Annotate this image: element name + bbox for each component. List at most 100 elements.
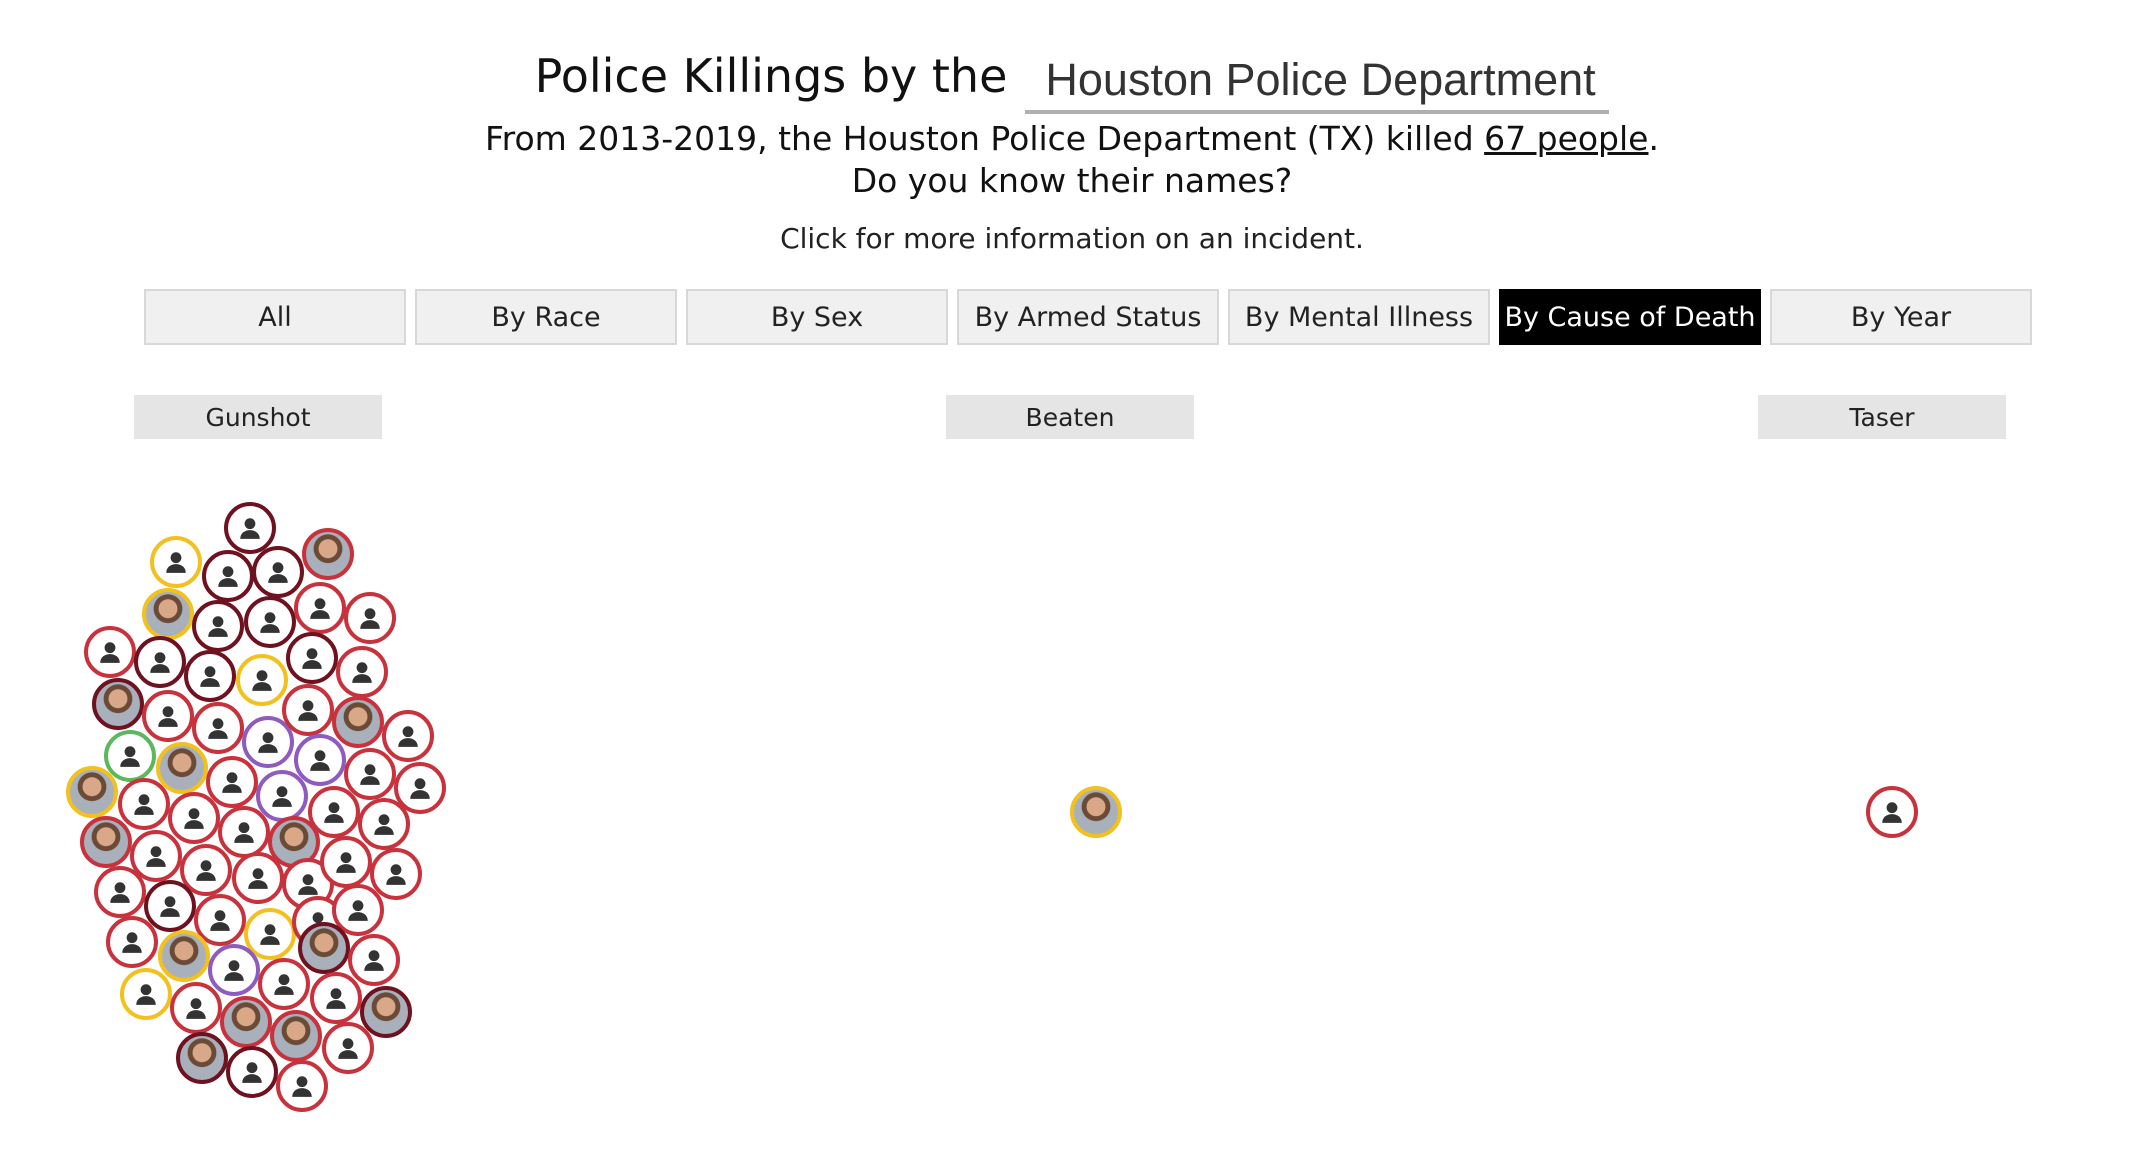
- victim-marker[interactable]: [142, 690, 194, 742]
- tab-by-armed-status[interactable]: By Armed Status: [957, 289, 1219, 345]
- person-icon: [245, 865, 271, 891]
- people-count-link[interactable]: 67 people: [1484, 119, 1648, 158]
- filter-tabs: All By Race By Sex By Armed Status By Me…: [144, 289, 2032, 345]
- victim-marker[interactable]: [294, 734, 346, 786]
- victim-marker[interactable]: [332, 696, 384, 748]
- victim-marker[interactable]: [226, 1046, 278, 1098]
- victim-marker[interactable]: [94, 866, 146, 918]
- tab-by-cause-of-death[interactable]: By Cause of Death: [1499, 289, 1761, 345]
- person-icon: [221, 957, 247, 983]
- victim-marker[interactable]: [134, 636, 186, 688]
- summary-question: Do you know their names?: [851, 161, 1293, 200]
- victim-marker[interactable]: [84, 626, 136, 678]
- person-icon: [357, 605, 383, 631]
- person-icon: [257, 921, 283, 947]
- person-icon: [295, 697, 321, 723]
- victim-marker[interactable]: [224, 502, 276, 554]
- victim-marker[interactable]: [336, 646, 388, 698]
- person-icon: [205, 613, 231, 639]
- victim-marker[interactable]: [170, 982, 222, 1034]
- victim-marker[interactable]: [142, 588, 194, 640]
- tab-by-mental-illness[interactable]: By Mental Illness: [1228, 289, 1490, 345]
- person-icon: [219, 769, 245, 795]
- person-icon: [307, 747, 333, 773]
- person-icon: [239, 1059, 265, 1085]
- victim-marker[interactable]: [310, 972, 362, 1024]
- victim-marker[interactable]: [298, 922, 350, 974]
- tab-by-sex[interactable]: By Sex: [686, 289, 948, 345]
- victim-marker[interactable]: [270, 1010, 322, 1062]
- victim-marker[interactable]: [158, 930, 210, 982]
- victim-marker[interactable]: [92, 678, 144, 730]
- person-icon: [333, 849, 359, 875]
- victim-marker[interactable]: [258, 958, 310, 1010]
- person-icon: [269, 783, 295, 809]
- victim-marker[interactable]: [276, 1060, 328, 1112]
- victim-marker[interactable]: [1070, 786, 1122, 838]
- person-icon: [155, 703, 181, 729]
- victim-marker[interactable]: [282, 684, 334, 736]
- victim-marker[interactable]: [302, 528, 354, 580]
- tab-by-race[interactable]: By Race: [415, 289, 677, 345]
- person-icon: [371, 811, 397, 837]
- person-icon: [345, 897, 371, 923]
- victim-marker[interactable]: [244, 596, 296, 648]
- person-icon: [147, 649, 173, 675]
- victim-marker[interactable]: [294, 582, 346, 634]
- victim-marker[interactable]: [208, 944, 260, 996]
- group-label-gunshot: Gunshot: [134, 395, 382, 439]
- person-icon: [255, 729, 281, 755]
- victim-marker[interactable]: [150, 536, 202, 588]
- person-icon: [265, 559, 291, 585]
- victim-marker[interactable]: [168, 792, 220, 844]
- person-icon: [407, 775, 433, 801]
- person-icon: [205, 715, 231, 741]
- person-icon: [131, 791, 157, 817]
- victim-marker[interactable]: [118, 778, 170, 830]
- victim-marker[interactable]: [308, 786, 360, 838]
- victim-marker[interactable]: [120, 968, 172, 1020]
- person-icon: [133, 981, 159, 1007]
- victim-marker[interactable]: [358, 798, 410, 850]
- person-icon: [271, 971, 297, 997]
- person-icon: [335, 1035, 361, 1061]
- victim-marker[interactable]: [202, 550, 254, 602]
- victim-marker[interactable]: [348, 934, 400, 986]
- victim-marker[interactable]: [220, 996, 272, 1048]
- victim-marker[interactable]: [322, 1022, 374, 1074]
- victim-marker[interactable]: [192, 600, 244, 652]
- person-icon: [183, 995, 209, 1021]
- person-icon: [299, 645, 325, 671]
- person-icon: [207, 907, 233, 933]
- tab-all[interactable]: All: [144, 289, 406, 345]
- victim-marker[interactable]: [232, 852, 284, 904]
- person-icon: [97, 639, 123, 665]
- victim-marker[interactable]: [344, 592, 396, 644]
- summary-prefix: From 2013-2019, the Houston Police Depar…: [485, 119, 1485, 158]
- person-icon: [231, 819, 257, 845]
- tab-by-year[interactable]: By Year: [1770, 289, 2032, 345]
- title-row: Police Killings by the Houston Police De…: [0, 24, 2144, 114]
- summary-suffix: .: [1648, 119, 1659, 158]
- victim-marker[interactable]: [80, 816, 132, 868]
- victim-marker[interactable]: [176, 1032, 228, 1084]
- victim-marker[interactable]: [382, 710, 434, 762]
- victim-marker[interactable]: [1866, 786, 1918, 838]
- victim-marker[interactable]: [192, 702, 244, 754]
- person-icon: [1879, 799, 1905, 825]
- group-label-taser: Taser: [1758, 395, 2006, 439]
- department-select[interactable]: Houston Police Department (TX: [1025, 50, 1610, 114]
- victim-marker[interactable]: [66, 766, 118, 818]
- person-icon: [119, 929, 145, 955]
- victim-marker[interactable]: [184, 650, 236, 702]
- victim-marker[interactable]: [252, 546, 304, 598]
- person-icon: [349, 659, 375, 685]
- victim-marker[interactable]: [236, 654, 288, 706]
- person-icon: [357, 761, 383, 787]
- person-icon: [307, 595, 333, 621]
- victim-marker[interactable]: [286, 632, 338, 684]
- victim-marker[interactable]: [218, 806, 270, 858]
- person-icon: [249, 667, 275, 693]
- victim-marker[interactable]: [320, 836, 372, 888]
- victim-marker[interactable]: [106, 916, 158, 968]
